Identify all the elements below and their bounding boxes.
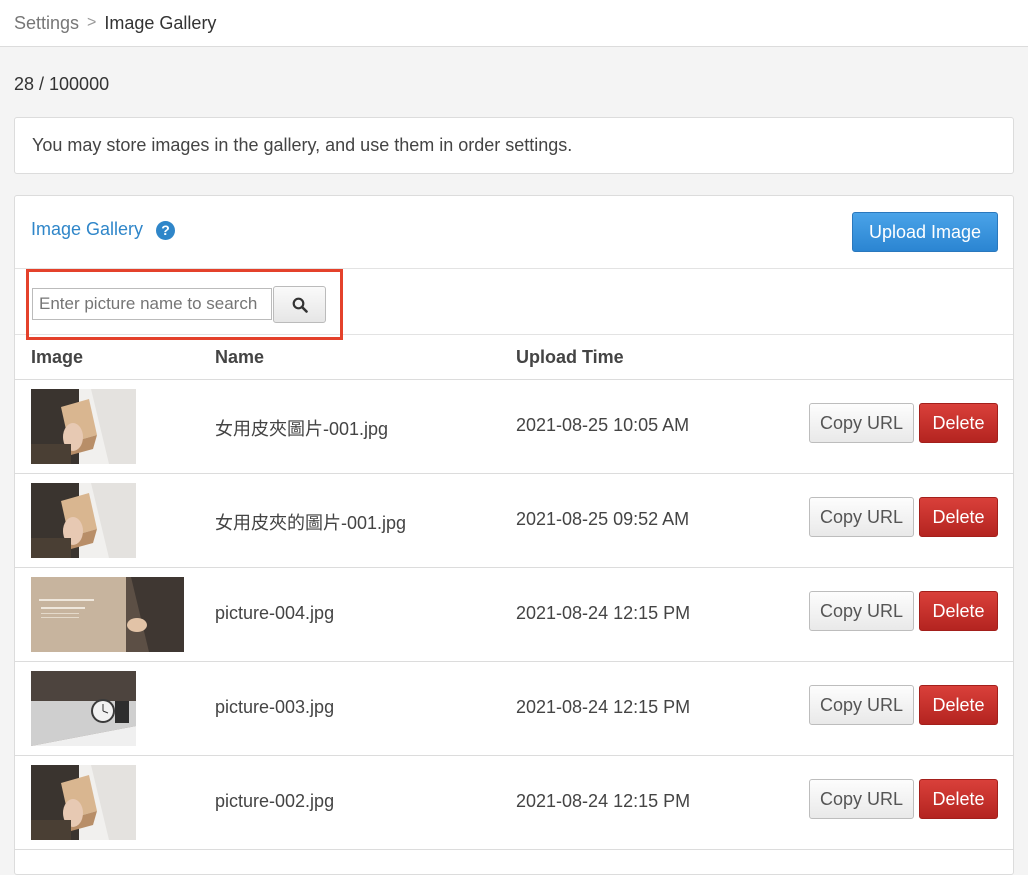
breadcrumb-current: Image Gallery [104, 12, 217, 33]
image-thumbnail[interactable] [31, 671, 136, 746]
breadcrumb: Settings > Image Gallery [0, 0, 1028, 47]
delete-button[interactable]: Delete [919, 779, 998, 819]
search-row [15, 269, 1013, 340]
delete-button[interactable]: Delete [919, 403, 998, 443]
copy-url-button[interactable]: Copy URL [809, 779, 914, 819]
upload-time: 2021-08-24 12:15 PM [516, 603, 691, 623]
column-header-upload-time: Upload Time [516, 347, 624, 367]
upload-time: 2021-08-24 12:15 PM [516, 697, 691, 717]
gallery-notice: You may store images in the gallery, and… [14, 117, 1014, 174]
gallery-notice-text: You may store images in the gallery, and… [32, 135, 573, 155]
image-name: 女用皮夾的圖片-001.jpg [215, 513, 407, 533]
delete-button[interactable]: Delete [919, 497, 998, 537]
copy-url-button[interactable]: Copy URL [809, 685, 914, 725]
column-header-name: Name [215, 347, 265, 367]
search-input[interactable] [32, 288, 272, 320]
column-header-image: Image [31, 347, 84, 367]
table-row: picture-002.jpg 2021-08-24 12:15 PM Copy… [15, 756, 1013, 850]
table-row: 女用皮夾的圖片-001.jpg 2021-08-25 09:52 AM Copy… [15, 474, 1013, 568]
panel-title: Image Gallery [31, 219, 144, 239]
image-name: picture-004.jpg [215, 603, 335, 623]
chevron-right-icon: > [87, 14, 97, 31]
image-thumbnail[interactable] [31, 765, 136, 840]
image-name: 女用皮夾圖片-001.jpg [215, 419, 389, 439]
upload-image-button[interactable]: Upload Image [852, 212, 998, 252]
search-button[interactable] [273, 286, 326, 323]
copy-url-button[interactable]: Copy URL [809, 497, 914, 537]
table-row: 女用皮夾圖片-001.jpg 2021-08-25 10:05 AM Copy … [15, 380, 1013, 474]
table-header: Image Name Upload Time [15, 335, 1013, 380]
upload-time: 2021-08-25 10:05 AM [516, 415, 690, 435]
image-thumbnail[interactable] [31, 483, 136, 558]
image-thumbnail[interactable] [31, 577, 184, 652]
image-name: picture-002.jpg [215, 791, 335, 811]
panel-header: Image Gallery ? Upload Image [15, 196, 1013, 269]
table-row: picture-004.jpg 2021-08-24 12:15 PM Copy… [15, 568, 1013, 662]
copy-url-button[interactable]: Copy URL [809, 591, 914, 631]
breadcrumb-settings-link[interactable]: Settings [14, 13, 79, 34]
delete-button[interactable]: Delete [919, 685, 998, 725]
table-row: picture-003.jpg 2021-08-24 12:15 PM Copy… [15, 662, 1013, 756]
upload-time: 2021-08-24 12:15 PM [516, 791, 691, 811]
search-icon [292, 297, 308, 313]
upload-time: 2021-08-25 09:52 AM [516, 509, 690, 529]
copy-url-button[interactable]: Copy URL [809, 403, 914, 443]
image-name: picture-003.jpg [215, 697, 335, 717]
delete-button[interactable]: Delete [919, 591, 998, 631]
image-thumbnail[interactable] [31, 389, 136, 464]
image-gallery-panel: Image Gallery ? Upload Image Image Name … [14, 195, 1014, 875]
help-icon[interactable]: ? [156, 221, 175, 240]
storage-usage-count: 28 / 100000 [14, 74, 110, 94]
